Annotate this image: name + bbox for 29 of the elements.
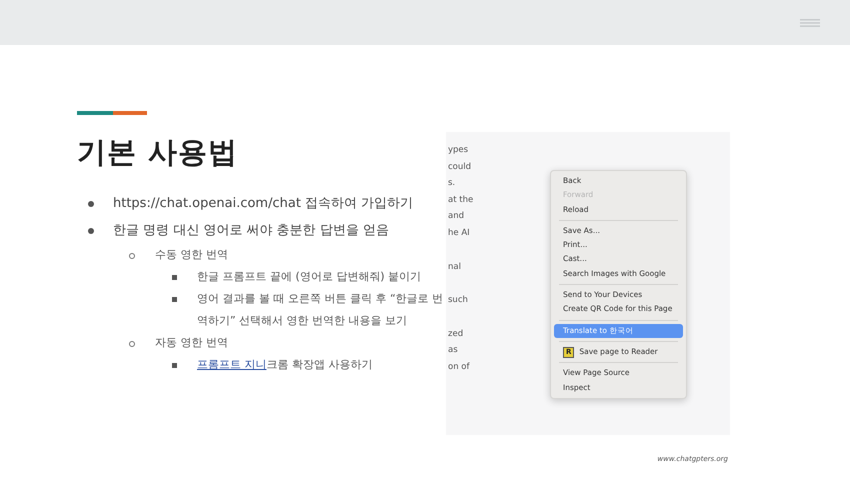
page-text-fragment: such bbox=[447, 294, 468, 308]
page-text-fragment: as bbox=[447, 344, 458, 358]
bullet-text: 자동 영한 번역 bbox=[155, 335, 228, 351]
bullet-text: 프롬프트 지니크롬 확장앱 사용하기 bbox=[197, 357, 374, 373]
page-text-fragment: he AI bbox=[447, 226, 470, 240]
page-text-fragment: zed bbox=[447, 328, 464, 341]
bullet-text: https://chat.openai.com/chat 접속하여 가입하기 bbox=[113, 195, 414, 213]
bullet-icon bbox=[129, 253, 135, 259]
bullet-text: 영어 결과를 볼 때 오른쪽 버튼 클릭 후 “한글로 번역하기” 선택해서 영한 번역한 내용을 보기 bbox=[197, 291, 444, 329]
bullet-text: 한글 프롬프트 끝에 (영어로 답변해줘) 붙이기 bbox=[197, 269, 422, 285]
bullet-icon bbox=[172, 275, 177, 280]
menu-icon[interactable] bbox=[800, 18, 820, 26]
bullet-icon bbox=[88, 201, 94, 207]
link[interactable]: 프롬프트 지니 bbox=[197, 358, 266, 371]
accent-bar-drawing bbox=[77, 111, 147, 115]
page-text-fragment: at the bbox=[447, 194, 474, 207]
page-text-fragment: on of bbox=[447, 360, 470, 374]
bullet-icon bbox=[129, 341, 135, 347]
page-text-fragment: nal bbox=[447, 260, 461, 274]
bullet-icon bbox=[172, 297, 177, 302]
bullet-text: 한글 명령 대신 영어로 써야 충분한 답변을 얻음 bbox=[113, 222, 389, 240]
page-text-fragment: could bbox=[447, 160, 472, 174]
page-text-fragment: ypes bbox=[447, 144, 468, 157]
bullet-text: 수동 영한 번역 bbox=[155, 247, 228, 263]
bullet-icon bbox=[88, 228, 94, 234]
page-text-fragment: s. bbox=[447, 177, 456, 190]
slide-title: 기본 사용법 bbox=[77, 134, 240, 171]
bullet-icon bbox=[172, 363, 177, 368]
page-text-fragment: and bbox=[447, 210, 464, 224]
